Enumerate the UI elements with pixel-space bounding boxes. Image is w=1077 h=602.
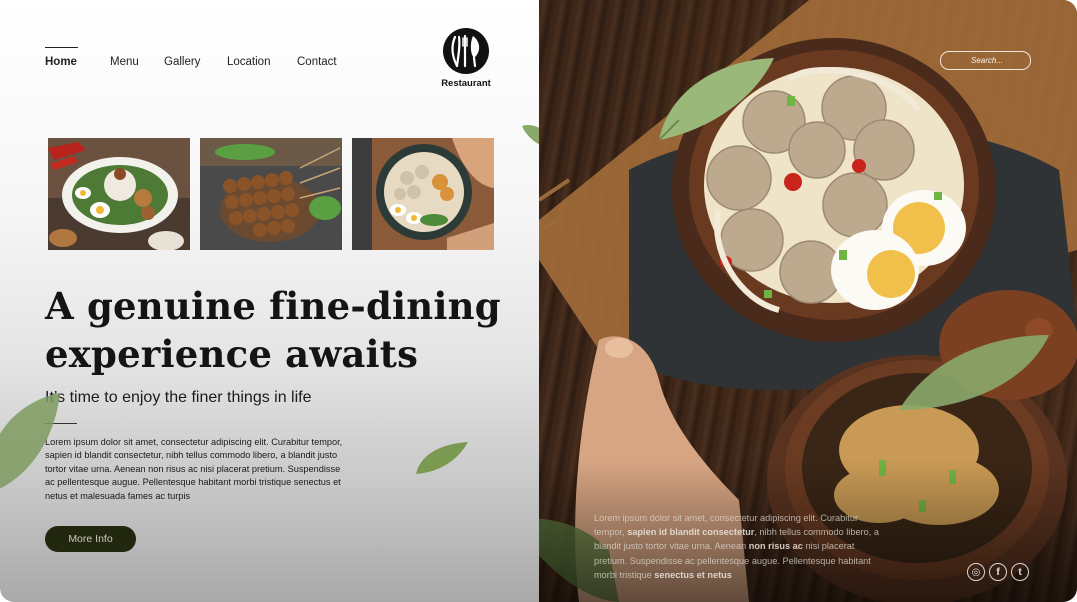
nav-location[interactable]: Location: [227, 56, 270, 68]
nav-home[interactable]: Home: [45, 56, 77, 68]
cutlery-leaf-icon: [443, 28, 489, 74]
more-info-button[interactable]: More Info: [45, 526, 136, 552]
search-input[interactable]: [940, 51, 1031, 70]
hero-headline: A genuine fine-dining experience awaits: [45, 282, 525, 378]
nav-contact[interactable]: Contact: [297, 56, 337, 68]
instagram-icon[interactable]: ◎: [967, 563, 985, 581]
gallery-thumbnail-meatball-soup[interactable]: [352, 138, 494, 250]
logo-text: Restaurant: [441, 78, 491, 89]
active-nav-underline: [45, 47, 78, 48]
headline-line-2: experience awaits: [45, 332, 419, 376]
restaurant-logo[interactable]: Restaurant: [436, 28, 496, 90]
left-panel: Home Menu Gallery Location Contact Resta…: [0, 0, 556, 602]
nav-menu[interactable]: Menu: [110, 56, 139, 68]
caption-bold-segment: senectus et netus: [654, 569, 732, 580]
headline-line-1: A genuine fine-dining: [45, 284, 501, 328]
twitter-icon[interactable]: t: [1011, 563, 1029, 581]
page-frame: Home Menu Gallery Location Contact Resta…: [0, 0, 1077, 602]
caption-bold-segment: non risus ac: [748, 541, 803, 552]
gallery-thumbnail-rice-plate[interactable]: [48, 138, 190, 250]
caption-bold-segment: sapien id blandit consectetur: [627, 527, 755, 538]
facebook-icon[interactable]: f: [989, 563, 1007, 581]
leaf-decoration-icon: [0, 393, 60, 489]
leaf-decoration-icon: [416, 442, 468, 474]
social-links: ◎ f t: [967, 563, 1029, 581]
photo-caption-text: Lorem ipsum dolor sit amet, consectetur …: [594, 511, 879, 582]
gallery-thumbnail-satay[interactable]: [200, 138, 342, 250]
hero-photo-panel: Lorem ipsum dolor sit amet, consectetur …: [539, 0, 1077, 602]
hero-subheading: It’s time to enjoy the finer things in l…: [45, 389, 312, 406]
nav-gallery[interactable]: Gallery: [164, 56, 200, 68]
hero-body-text: Lorem ipsum dolor sit amet, consectetur …: [45, 437, 343, 501]
